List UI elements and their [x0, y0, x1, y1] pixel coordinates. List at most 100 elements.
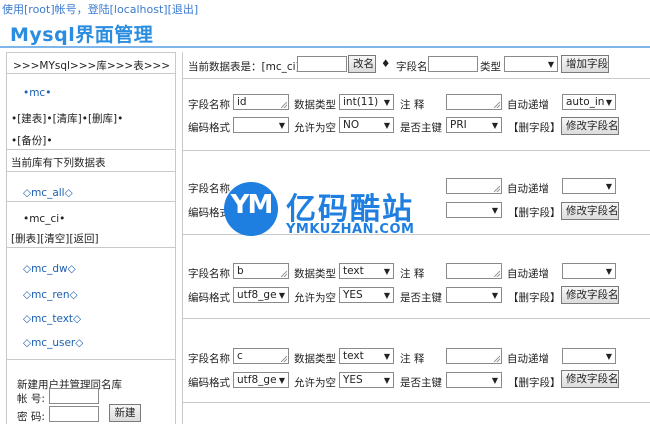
auto-inc-label: 自动递增 — [507, 183, 549, 195]
modify-field-button[interactable]: 修改字段名 — [561, 370, 619, 388]
add-field-button[interactable]: 增加字段 — [561, 55, 609, 73]
chevron-down-icon: ▼ — [278, 376, 285, 385]
primary-select[interactable]: ▼ — [446, 372, 502, 388]
nullable-label: 允许为空 — [294, 292, 336, 304]
login-info[interactable]: 使用[root]帐号，登陆[localhost][退出] — [2, 1, 198, 17]
field-name-input[interactable]: b — [233, 263, 289, 279]
chevron-down-icon: ▼ — [491, 206, 498, 215]
account-label: 帐 号: — [17, 393, 45, 405]
data-type-select[interactable]: int(11) ▼ — [339, 94, 394, 110]
data-type-value: text — [343, 350, 364, 362]
chevron-down-icon: ▼ — [383, 376, 390, 385]
create-user-button[interactable]: 新建 — [109, 404, 141, 422]
primary-select[interactable]: ▼ — [446, 287, 502, 303]
auto-inc-label: 自动递增 — [507, 99, 549, 111]
type-label: 类型 — [480, 61, 501, 73]
encoding-label: 编码格式 — [188, 122, 230, 134]
delete-field-link[interactable]: 【删字段】 — [508, 120, 561, 135]
new-field-type-select[interactable]: ▼ — [504, 56, 558, 72]
note-label: 注 释 — [400, 353, 425, 365]
divider — [183, 318, 650, 319]
primary-label: 是否主键 — [400, 122, 442, 134]
nullable-select[interactable]: YES ▼ — [339, 372, 394, 388]
nullable-select[interactable]: YES ▼ — [339, 287, 394, 303]
sidebar-breadcrumb: >>>MYsql>>>库>>>表>>> — [13, 60, 171, 72]
divider — [7, 149, 175, 150]
sidebar-item-mc-ren[interactable]: ◇mc_ren◇ — [23, 289, 191, 301]
account-input[interactable] — [49, 388, 99, 404]
chevron-down-icon: ▼ — [605, 182, 612, 191]
modify-field-button[interactable]: 修改字段名 — [561, 202, 619, 220]
chevron-down-icon: ▼ — [491, 291, 498, 300]
delete-field-link[interactable]: 【删字段】 — [508, 375, 561, 390]
primary-select[interactable]: PRI ▼ — [446, 117, 502, 133]
auto-inc-select[interactable]: ▼ — [562, 263, 616, 279]
sidebar-table-actions[interactable]: [删表][清空][返回] — [11, 231, 179, 246]
delete-field-link[interactable]: 【删字段】 — [508, 205, 561, 220]
chevron-down-icon: ▼ — [278, 121, 285, 130]
sidebar-table-list-title: 当前库有下列数据表 — [11, 157, 106, 169]
sidebar-backup[interactable]: •[备份]• — [11, 133, 179, 148]
note-input[interactable] — [446, 263, 502, 279]
new-field-name-input[interactable] — [428, 56, 478, 72]
encoding-select[interactable]: utf8_ge ▼ — [233, 372, 289, 388]
chevron-down-icon: ▼ — [605, 352, 612, 361]
password-label: 密 码: — [17, 411, 45, 423]
encoding-label: 编码格式 — [188, 292, 230, 304]
nullable-select[interactable]: NO ▼ — [339, 117, 394, 133]
rename-button[interactable]: 改名 — [348, 55, 376, 73]
sidebar-item-mc-all[interactable]: ◇mc_all◇ — [23, 187, 191, 199]
auto-inc-label: 自动递增 — [507, 353, 549, 365]
divider — [183, 78, 650, 79]
auto-inc-select[interactable]: ▼ — [562, 348, 616, 364]
auto-inc-label: 自动递增 — [507, 268, 549, 280]
nullable-value: YES — [343, 374, 363, 386]
chevron-down-icon: ▼ — [383, 121, 390, 130]
field-name-input[interactable]: c — [233, 348, 289, 364]
chevron-down-icon: ▼ — [383, 267, 390, 276]
sidebar-item-mc-dw[interactable]: ◇mc_dw◇ — [23, 263, 191, 275]
app-title: Mysql界面管理 — [10, 24, 154, 46]
watermark-en: YMKUZHAN.COM — [286, 222, 415, 237]
note-input[interactable] — [446, 178, 502, 194]
note-label: 注 释 — [400, 99, 425, 111]
password-input[interactable] — [49, 406, 99, 422]
field-name-label: 字段名 — [396, 61, 428, 73]
sidebar-item-mc-user[interactable]: ◇mc_user◇ — [23, 337, 191, 349]
note-label: 注 释 — [400, 268, 425, 280]
field-name-input[interactable]: id — [233, 94, 289, 110]
note-input[interactable] — [446, 348, 502, 364]
sidebar-db-actions[interactable]: •[建表]•[清库]•[删库]• — [11, 111, 179, 126]
data-type-select[interactable]: text ▼ — [339, 348, 394, 364]
divider — [7, 201, 175, 202]
encoding-label: 编码格式 — [188, 377, 230, 389]
chevron-down-icon: ▼ — [278, 291, 285, 300]
rename-input[interactable] — [297, 56, 347, 72]
current-table-label: 当前数据表是：[mc_ci] — [188, 61, 300, 73]
modify-field-button[interactable]: 修改字段名 — [561, 117, 619, 135]
auto-inc-select[interactable]: auto_in ▼ — [562, 94, 616, 110]
auto-inc-value: auto_in — [566, 96, 605, 108]
delete-field-link[interactable]: 【删字段】 — [508, 290, 561, 305]
modify-field-button[interactable]: 修改字段名 — [561, 286, 619, 304]
primary-label: 是否主键 — [400, 292, 442, 304]
primary-value: PRI — [450, 119, 467, 131]
data-type-label: 数据类型 — [294, 353, 336, 365]
encoding-select[interactable]: ▼ — [233, 117, 289, 133]
data-type-label: 数据类型 — [294, 268, 336, 280]
note-input[interactable] — [446, 94, 502, 110]
sidebar-db-name[interactable]: •mc• — [23, 87, 191, 99]
header-divider — [0, 46, 650, 48]
divider — [183, 402, 650, 403]
encoding-select[interactable]: utf8_ge ▼ — [233, 287, 289, 303]
sidebar-item-mc-ci[interactable]: •mc_ci• — [23, 213, 191, 225]
primary-select[interactable]: ▼ — [446, 202, 502, 218]
data-type-value: int(11) — [343, 96, 379, 108]
data-type-select[interactable]: text ▼ — [339, 263, 394, 279]
chevron-down-icon: ▼ — [383, 352, 390, 361]
auto-inc-select[interactable]: ▼ — [562, 178, 616, 194]
divider — [7, 359, 175, 360]
sidebar-item-mc-text[interactable]: ◇mc_text◇ — [23, 313, 191, 325]
primary-label: 是否主键 — [400, 377, 442, 389]
watermark-logo-text: YM — [230, 190, 274, 220]
